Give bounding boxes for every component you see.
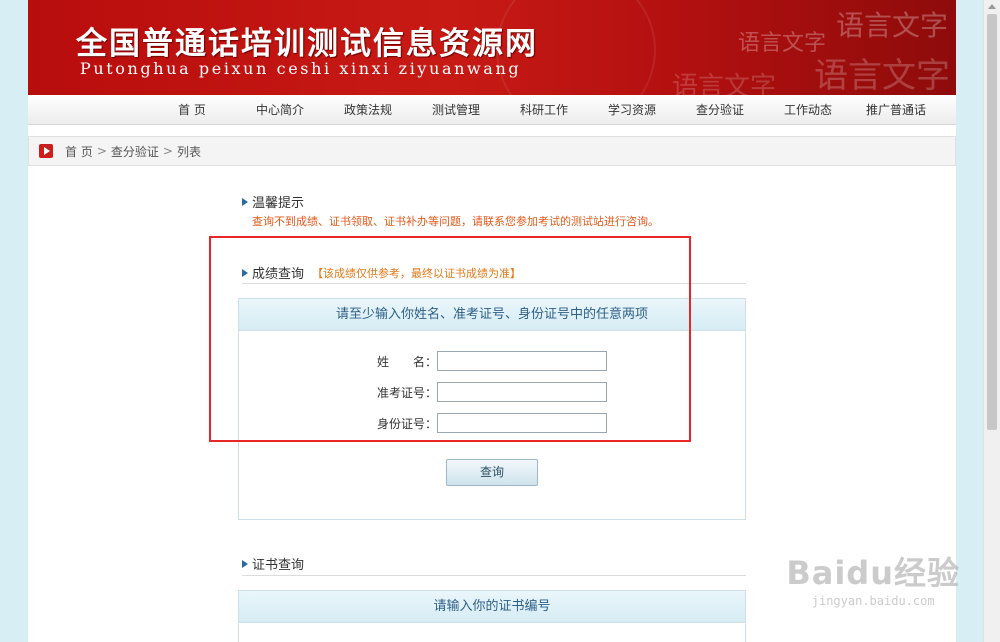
cert-query-title: 证书查询: [242, 552, 746, 576]
scrollbar-thumb[interactable]: [987, 14, 997, 430]
watermark-brand: Baidu经验: [786, 554, 960, 592]
banner-deco-text: 语言文字: [814, 56, 950, 95]
banner-deco-text: 语言文字: [671, 72, 776, 95]
tip-title-text: 温馨提示: [252, 196, 305, 211]
breadcrumb-score-verify[interactable]: 查分验证: [111, 143, 159, 160]
site-title-pinyin: Putonghua peixun ceshi xinxi ziyuanwang: [80, 59, 522, 78]
query-button[interactable]: 查询: [446, 459, 538, 486]
nav-item-about[interactable]: 中心简介: [236, 101, 324, 118]
nav-item-home[interactable]: 首 页: [148, 101, 236, 118]
tip-title: 温馨提示: [242, 192, 304, 211]
tip-text: 查询不到成绩、证书领取、证书补办等问题，请联系您参加考试的测试站进行咨询。: [252, 215, 659, 228]
breadcrumb-separator: >: [96, 144, 107, 158]
arrow-right-icon: [242, 559, 248, 568]
nav-item-news[interactable]: 工作动态: [764, 101, 852, 118]
cert-query-title-text: 证书查询: [252, 558, 305, 573]
vertical-scrollbar[interactable]: [983, 0, 1000, 642]
nav-item-promotion[interactable]: 推广普通话: [852, 101, 940, 118]
nav-item-research[interactable]: 科研工作: [500, 101, 588, 118]
scroll-up-icon[interactable]: [988, 4, 996, 9]
watermark-url: jingyan.baidu.com: [811, 594, 935, 608]
cert-panel-header: 请输入你的证书编号: [239, 591, 745, 623]
banner-deco-text: 语言文字: [737, 31, 826, 56]
breadcrumb-separator: >: [162, 144, 173, 158]
site-banner: 语言文字 语言文字 语言文字 语言文字 全国普通话培训测试信息资源网 Puton…: [28, 0, 956, 95]
breadcrumb: 首 页 > 查分验证 > 列表: [28, 136, 956, 166]
play-icon: [39, 144, 53, 158]
main-nav: 首 页 中心简介 政策法规 测试管理 科研工作 学习资源 查分验证 工作动态 推…: [28, 95, 956, 125]
baidu-watermark: Baidu经验 jingyan.baidu.com: [786, 548, 960, 608]
nav-item-learning[interactable]: 学习资源: [588, 101, 676, 118]
nav-item-policy[interactable]: 政策法规: [324, 101, 412, 118]
cert-query-panel: 请输入你的证书编号: [238, 590, 746, 642]
nav-item-score-verify[interactable]: 查分验证: [676, 101, 764, 118]
red-highlight-box: [209, 236, 691, 442]
nav-item-test-management[interactable]: 测试管理: [412, 101, 500, 118]
site-title: 全国普通话培训测试信息资源网: [76, 26, 538, 62]
banner-deco-text: 语言文字: [835, 9, 948, 42]
breadcrumb-current: 列表: [176, 144, 201, 159]
breadcrumb-home[interactable]: 首 页: [65, 143, 93, 160]
arrow-right-icon: [242, 197, 248, 206]
